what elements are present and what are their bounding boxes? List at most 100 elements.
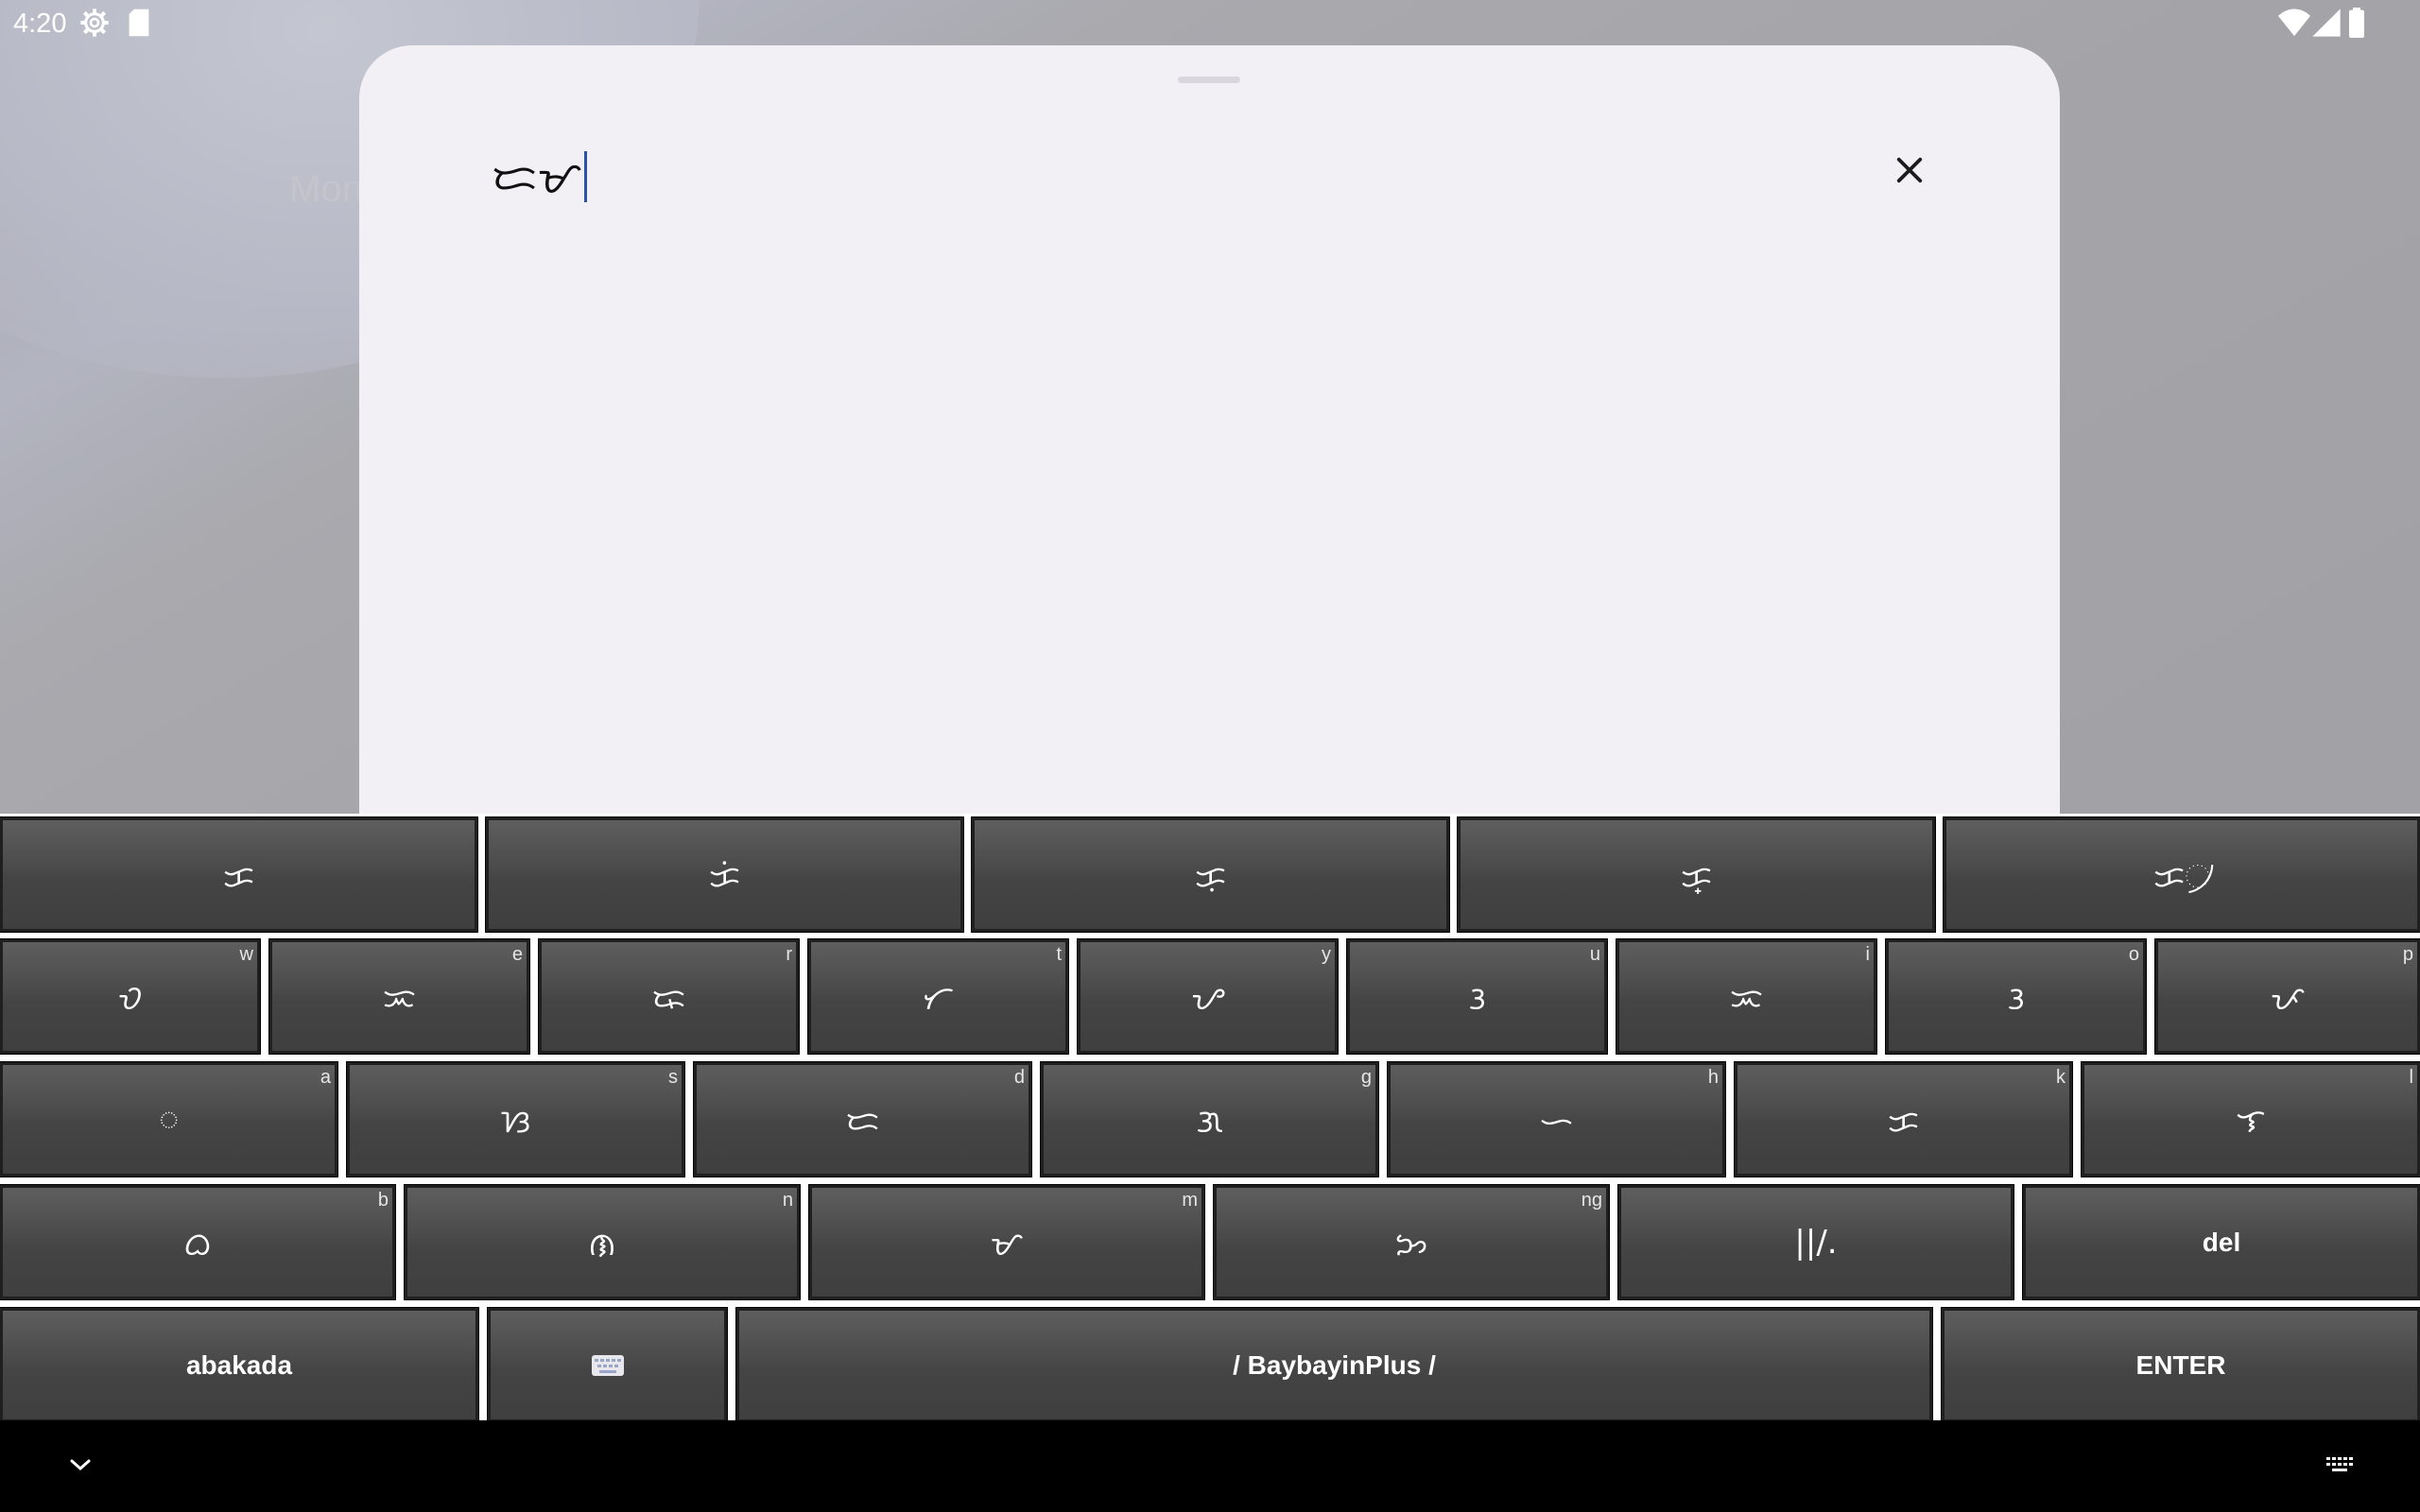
key-ng[interactable]: ᜅ ng <box>1213 1184 1610 1300</box>
key-glyph: ᜉ <box>2270 979 2306 1018</box>
key-glyph: ᜏ <box>117 979 143 1018</box>
search-query-text: ᜇᜋ <box>492 152 582 203</box>
key-o[interactable]: ᜂo <box>1885 938 2147 1055</box>
key-glyph: ᜃ <box>222 857 255 896</box>
key-a[interactable]: ᜀa <box>0 1061 338 1177</box>
key-hint: u <box>1589 944 1600 965</box>
key-hint: s <box>668 1067 678 1088</box>
baybayin-keyboard: ᜃ ᜃᜒ ᜃᜓ ᜃ᜔ ᜃ᜴ ᜏw ᜁe ᜍr ᜆt ᜌy ᜂu ᜁi ᜂo ᜉp… <box>0 814 2420 1423</box>
key-hint: r <box>786 944 792 965</box>
switch-input-method-button[interactable] <box>2316 1443 2363 1490</box>
status-time: 4:20 <box>13 9 67 39</box>
enter-label: ENTER <box>2135 1349 2226 1380</box>
key-g[interactable]: ᜄg <box>1040 1061 1379 1177</box>
hide-keyboard-button[interactable] <box>57 1443 104 1490</box>
key-hint: m <box>1182 1190 1198 1211</box>
key-glyph: ᜊ <box>183 1225 212 1263</box>
clear-search-button[interactable] <box>1887 149 1932 195</box>
key-r[interactable]: ᜍr <box>538 938 800 1055</box>
switch-keyboard-key[interactable] <box>487 1307 728 1423</box>
delete-key[interactable]: del <box>2022 1184 2420 1300</box>
key-s[interactable]: ᜐs <box>346 1061 685 1177</box>
key-hint: n <box>782 1190 793 1211</box>
key-glyph: ᜍ <box>651 979 686 1018</box>
keyboard-switch-icon <box>2325 1455 2354 1479</box>
key-glyph: ᜂ <box>1468 979 1486 1018</box>
sd-card-icon <box>127 8 151 45</box>
punctuation-key[interactable]: ||/. <box>1617 1184 2014 1300</box>
key-hint: y <box>1322 944 1331 965</box>
key-b[interactable]: ᜊb <box>0 1184 396 1300</box>
text-cursor <box>583 151 587 202</box>
keyboard-icon <box>591 1347 624 1384</box>
close-icon <box>1895 156 1924 189</box>
key-glyph: ᜑ <box>1539 1102 1574 1141</box>
key-row1-2[interactable]: ᜃᜒ <box>485 816 964 933</box>
key-hint: a <box>320 1067 331 1088</box>
key-glyph: ᜃ <box>1887 1102 1920 1141</box>
key-w[interactable]: ᜏw <box>0 938 261 1055</box>
key-hint: w <box>239 944 253 965</box>
key-glyph: ᜌ <box>1191 979 1224 1018</box>
key-h[interactable]: ᜑh <box>1387 1061 1726 1177</box>
key-row1-3[interactable]: ᜃᜓ <box>971 816 1450 933</box>
chevron-down-icon <box>70 1458 91 1476</box>
key-u[interactable]: ᜂu <box>1346 938 1608 1055</box>
key-hint: l <box>2409 1067 2413 1088</box>
key-hint: b <box>377 1190 389 1211</box>
key-glyph: ᜃ᜔ <box>1680 857 1713 896</box>
key-glyph: ᜃᜓ <box>1194 857 1227 896</box>
battery-icon <box>2348 8 2365 45</box>
key-hint: e <box>511 944 523 965</box>
key-glyph: ᜁ <box>1730 979 1763 1018</box>
settings-gear-icon <box>79 8 110 45</box>
key-n[interactable]: ᜈn <box>404 1184 801 1300</box>
cell-signal-icon <box>2312 8 2341 45</box>
key-hint: o <box>2128 944 2139 965</box>
key-glyph: ||/. <box>1794 1223 1838 1262</box>
key-glyph: ᜁ <box>383 979 416 1018</box>
key-k[interactable]: ᜃk <box>1734 1061 2073 1177</box>
navigation-bar <box>0 1420 2420 1512</box>
key-glyph: ᜐ <box>500 1102 531 1141</box>
key-p[interactable]: ᜉp <box>2154 938 2420 1055</box>
key-glyph: ᜅ <box>1394 1225 1428 1263</box>
search-sheet: ᜇᜋ <box>359 45 2060 830</box>
key-hint: t <box>1056 944 1062 965</box>
mode-label: abakada <box>185 1349 293 1380</box>
key-glyph: ᜋ <box>990 1225 1024 1263</box>
key-glyph: ᜃᜒ <box>708 857 741 896</box>
background-partial-label: Mon <box>289 168 363 210</box>
delete-label: del <box>2202 1227 2241 1257</box>
key-d[interactable]: ᜇd <box>693 1061 1032 1177</box>
key-glyph: ᜃ᜴ <box>2152 857 2211 896</box>
key-glyph: ᜈ <box>588 1225 616 1263</box>
search-input[interactable]: ᜇᜋ <box>492 144 587 210</box>
key-glyph: ᜄ <box>1196 1102 1223 1141</box>
key-e[interactable]: ᜁe <box>268 938 530 1055</box>
status-bar: 4:20 <box>0 0 2420 47</box>
drag-handle[interactable] <box>1178 77 1240 83</box>
key-y[interactable]: ᜌy <box>1077 938 1339 1055</box>
key-i[interactable]: ᜁi <box>1616 938 1877 1055</box>
key-hint: ng <box>1581 1190 1602 1211</box>
enter-key[interactable]: ENTER <box>1941 1307 2420 1423</box>
key-hint: i <box>1865 944 1870 965</box>
space-label: / BaybayinPlus / <box>1233 1349 1436 1380</box>
key-hint: k <box>2056 1067 2066 1088</box>
key-glyph: ᜇ <box>845 1102 880 1141</box>
key-glyph: ᜎ <box>2236 1102 2266 1141</box>
key-hint: g <box>1360 1067 1372 1088</box>
key-m[interactable]: ᜋm <box>808 1184 1205 1300</box>
key-glyph: ᜂ <box>2007 979 2025 1018</box>
key-row1-5[interactable]: ᜃ᜴ <box>1943 816 2420 933</box>
key-row1-4[interactable]: ᜃ᜔ <box>1457 816 1936 933</box>
key-l[interactable]: ᜎl <box>2081 1061 2420 1177</box>
key-glyph: ᜀ <box>158 1098 180 1136</box>
wifi-icon <box>2278 8 2310 45</box>
key-t[interactable]: ᜆt <box>807 938 1069 1055</box>
abakada-mode-key[interactable]: abakada <box>0 1307 479 1423</box>
key-hint: d <box>1013 1067 1025 1088</box>
key-row1-1[interactable]: ᜃ <box>0 816 478 933</box>
space-key[interactable]: / BaybayinPlus / <box>735 1307 1933 1423</box>
